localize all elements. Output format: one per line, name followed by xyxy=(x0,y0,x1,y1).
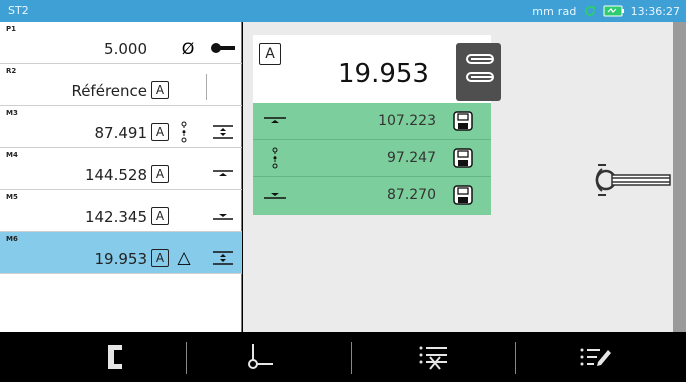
datum-box: A xyxy=(259,43,281,65)
row-tag: M4 xyxy=(6,151,18,159)
clock: 13:36:27 xyxy=(630,4,680,18)
save-icon[interactable] xyxy=(453,185,473,205)
datum-box: A xyxy=(151,207,169,225)
top-line-icon xyxy=(261,110,289,132)
probe-point-button[interactable] xyxy=(205,332,315,382)
result-value: 19.953 xyxy=(338,59,429,89)
sub-results: 107.223 97.247 87.270 xyxy=(253,103,491,215)
vertical-distance-icon xyxy=(172,120,196,144)
bracket-icon xyxy=(108,345,122,369)
list-item[interactable]: 87.270 xyxy=(253,177,491,214)
window-title: ST2 xyxy=(8,4,29,17)
status-bar: ST2 mm rad 13:36:27 xyxy=(0,0,686,22)
list-item[interactable]: M5 142.345 A xyxy=(0,190,242,232)
triangle-icon: △ xyxy=(177,248,191,268)
list-item[interactable]: R2 Référence A xyxy=(0,64,242,106)
datum-box: A xyxy=(151,123,169,141)
sub-value: 107.223 xyxy=(378,113,436,129)
list-item[interactable]: M3 87.491 A xyxy=(0,106,242,148)
bottom-toolbar xyxy=(0,332,686,382)
clear-list-button[interactable] xyxy=(378,332,488,382)
row-tag: M5 xyxy=(6,193,18,201)
save-icon[interactable] xyxy=(453,111,473,131)
list-item[interactable]: P1 5.000 Ø xyxy=(0,22,242,64)
datum-box: A xyxy=(151,249,169,267)
divider xyxy=(186,342,187,374)
list-item[interactable]: 97.247 xyxy=(253,140,491,177)
sub-value: 87.270 xyxy=(387,187,436,203)
sub-value: 97.247 xyxy=(387,150,436,166)
row-value: 5.000 xyxy=(104,40,147,58)
scrollbar[interactable] xyxy=(673,22,686,332)
bracket-button[interactable] xyxy=(60,332,170,382)
top-bottom-icon xyxy=(210,120,236,144)
bottom-line-icon xyxy=(210,204,236,228)
row-value: 19.953 xyxy=(94,250,148,268)
probe-icon xyxy=(210,36,236,60)
top-line-icon xyxy=(210,162,236,186)
probe-icon xyxy=(466,54,494,82)
bottom-line-icon xyxy=(261,184,289,206)
row-tag: R2 xyxy=(6,67,17,75)
datum-box: A xyxy=(151,81,169,99)
row-tag: P1 xyxy=(6,25,17,33)
top-bottom-icon xyxy=(210,246,236,270)
divider xyxy=(206,74,207,100)
probe-button[interactable] xyxy=(456,43,501,101)
clear-list-icon xyxy=(419,346,447,370)
measurement-list[interactable]: P1 5.000 Ø R2 Référence A M3 87.491 A M4… xyxy=(0,22,242,332)
list-item[interactable]: M4 144.528 A xyxy=(0,148,242,190)
list-item[interactable]: 107.223 xyxy=(253,103,491,140)
list-item-selected[interactable]: M6 19.953 A △ xyxy=(0,232,242,274)
units-label: mm rad xyxy=(532,4,577,18)
row-value: 87.491 xyxy=(94,124,148,142)
row-value: Référence xyxy=(71,82,147,100)
row-tag: M3 xyxy=(6,109,18,117)
divider xyxy=(515,342,516,374)
save-icon[interactable] xyxy=(453,148,473,168)
edit-list-button[interactable] xyxy=(540,332,650,382)
diameter-icon: Ø xyxy=(181,38,195,58)
battery-icon xyxy=(603,5,624,17)
row-value: 142.345 xyxy=(84,208,147,226)
row-tag: M6 xyxy=(6,235,18,243)
edit-list-icon xyxy=(580,348,611,366)
probe-tip-icon xyxy=(595,164,671,196)
divider xyxy=(351,342,352,374)
sync-icon xyxy=(584,6,595,16)
probe-point-icon xyxy=(248,344,273,369)
status-area: mm rad 13:36:27 xyxy=(532,4,680,18)
datum-box: A xyxy=(151,165,169,183)
vertical-distance-icon xyxy=(261,147,289,169)
row-value: 144.528 xyxy=(84,166,147,184)
